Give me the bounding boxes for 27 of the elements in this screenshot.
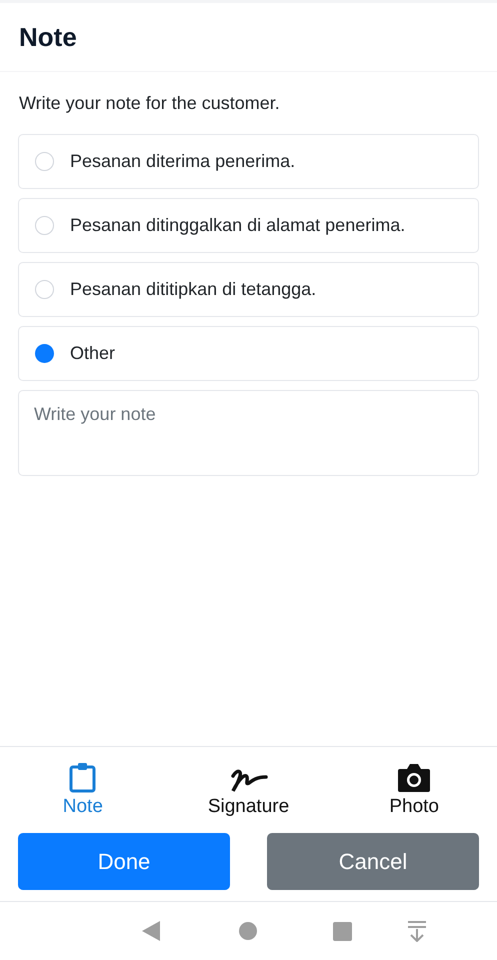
- option-label: Other: [70, 342, 116, 365]
- option-row[interactable]: Pesanan dititipkan di tetangga.: [18, 262, 479, 317]
- clipboard-icon: [69, 762, 96, 792]
- home-icon[interactable]: [239, 922, 257, 940]
- option-label: Pesanan dititipkan di tetangga.: [70, 278, 316, 301]
- download-icon[interactable]: [407, 920, 427, 942]
- page-title: Note: [19, 20, 77, 54]
- note-field[interactable]: Write your note: [18, 390, 479, 476]
- radio-button[interactable]: [35, 280, 54, 299]
- option-row[interactable]: Other: [18, 326, 479, 381]
- back-icon[interactable]: [142, 921, 161, 941]
- signature-icon: [228, 766, 268, 792]
- tab[interactable]: Photo: [331, 760, 497, 818]
- radio-button[interactable]: [35, 152, 54, 171]
- option-row[interactable]: Pesanan ditinggalkan di alamat penerima.: [18, 198, 479, 253]
- recents-icon[interactable]: [333, 922, 352, 940]
- tab[interactable]: Signature: [166, 760, 332, 818]
- option-row[interactable]: Pesanan diterima penerima.: [18, 134, 479, 189]
- radio-button[interactable]: [35, 344, 54, 363]
- option-label: Pesanan diterima penerima.: [70, 150, 296, 173]
- camera-icon: [397, 762, 432, 792]
- done-button[interactable]: Done: [18, 833, 230, 890]
- option-label: Pesanan ditinggalkan di alamat penerima.: [70, 214, 406, 237]
- instruction-text: Write your note for the customer.: [19, 92, 281, 115]
- tab[interactable]: Note: [0, 760, 166, 818]
- cancel-button[interactable]: Cancel: [267, 833, 479, 890]
- radio-button[interactable]: [35, 216, 54, 235]
